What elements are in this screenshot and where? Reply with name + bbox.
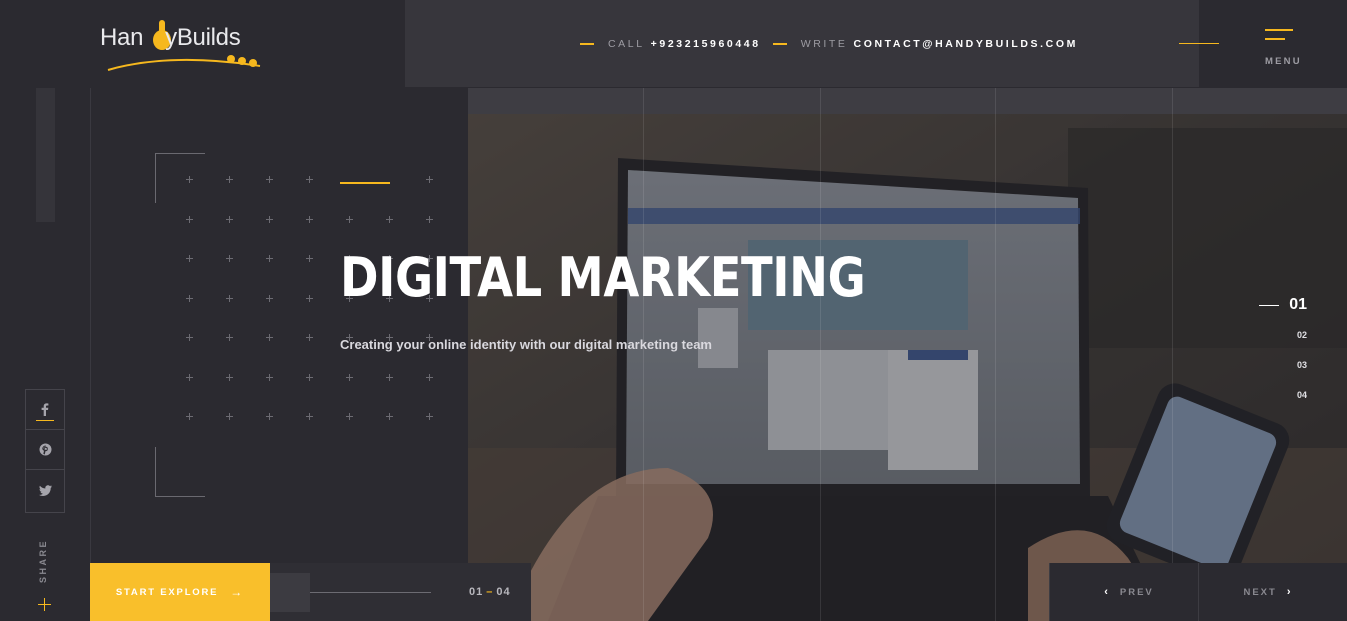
plus-mark xyxy=(226,334,233,341)
plus-mark xyxy=(266,215,273,223)
slide-item[interactable]: 02 xyxy=(1247,326,1307,356)
slide-active[interactable]: 01 xyxy=(1247,296,1307,314)
social-links xyxy=(25,389,65,513)
frame-bracket-top xyxy=(155,153,205,203)
hero-title: DIGITAL MARKETING xyxy=(340,246,866,309)
slide-counter: 01–04 xyxy=(469,586,511,598)
header-contact: CALL +923215960448 WRITE CONTACT@HANDYBU… xyxy=(580,37,1090,51)
plus-mark xyxy=(226,413,233,420)
plus-mark xyxy=(226,294,233,302)
plus-mark xyxy=(306,294,313,302)
plus-mark xyxy=(306,215,313,223)
plus-mark xyxy=(266,373,273,381)
plus-mark xyxy=(226,176,233,183)
plus-mark xyxy=(386,215,393,223)
call-value[interactable]: +923215960448 xyxy=(651,38,761,50)
header-accent-line xyxy=(1179,43,1219,44)
plus-mark xyxy=(426,215,433,223)
counter-separator: – xyxy=(486,586,494,598)
plus-mark xyxy=(226,215,233,223)
plus-mark xyxy=(426,176,433,183)
left-rail xyxy=(0,0,90,621)
call-label: CALL xyxy=(608,38,645,50)
plus-mark xyxy=(426,413,433,420)
plus-mark xyxy=(266,294,273,302)
arrow-right-icon: → xyxy=(230,585,245,599)
pinterest-glyph xyxy=(39,443,51,456)
brand-logo[interactable]: Han yBuilds xyxy=(100,12,270,76)
hero-left-panel xyxy=(90,88,468,621)
prev-button[interactable]: ‹ PREV xyxy=(1049,563,1198,621)
plus-mark xyxy=(426,373,433,381)
chevron-left-icon: ‹ xyxy=(1104,586,1110,598)
plus-mark xyxy=(186,373,193,381)
plus-mark xyxy=(306,373,313,381)
plus-mark xyxy=(306,255,313,262)
laptop-photo xyxy=(468,88,1347,621)
plus-mark xyxy=(266,334,273,341)
share-label: SHARE xyxy=(38,538,48,583)
slide-item[interactable]: 04 xyxy=(1247,386,1307,416)
write-value[interactable]: CONTACT@HANDYBUILDS.COM xyxy=(854,38,1078,50)
plus-mark xyxy=(346,373,353,381)
start-explore-button[interactable]: START EXPLORE → xyxy=(90,563,270,621)
plus-mark xyxy=(266,176,273,183)
plus-mark xyxy=(186,176,193,183)
plus-mark xyxy=(186,215,193,223)
title-accent-line xyxy=(340,182,390,184)
scroll-indicator xyxy=(36,88,55,222)
brand-name: Han yBuilds xyxy=(100,24,241,51)
hero-subtitle: Creating your online identity with our d… xyxy=(340,337,712,352)
plus-mark xyxy=(266,413,273,420)
write-label: WRITE xyxy=(800,38,848,50)
grid-line xyxy=(820,88,821,621)
plus-mark xyxy=(386,413,393,420)
plus-mark xyxy=(346,215,353,223)
grid-line xyxy=(643,88,644,621)
start-explore-label: START EXPLORE xyxy=(115,586,219,598)
twitter-glyph xyxy=(38,484,52,496)
counter-total: 04 xyxy=(496,586,511,598)
prev-label: PREV xyxy=(1119,586,1154,598)
slide-item[interactable]: 03 xyxy=(1247,356,1307,386)
plus-mark xyxy=(186,294,193,302)
menu-label: MENU xyxy=(1265,56,1302,67)
facebook-icon[interactable] xyxy=(26,390,64,430)
slide-indicator: 01 02 03 04 xyxy=(1247,296,1307,416)
slide-active-line xyxy=(1259,304,1280,306)
menu-button[interactable]: MENU xyxy=(1256,26,1306,70)
share-plus-icon[interactable] xyxy=(38,598,51,611)
counter-current: 01 xyxy=(469,586,484,598)
chevron-right-icon: › xyxy=(1286,586,1293,598)
active-underline xyxy=(36,420,54,421)
plus-mark xyxy=(226,373,233,381)
hamburger-icon xyxy=(1265,29,1293,31)
grid-line xyxy=(1172,88,1173,621)
hero-background-image xyxy=(468,88,1347,621)
plus-mark xyxy=(226,255,233,262)
hamburger-icon-bar xyxy=(1265,38,1285,40)
slide-active-number: 01 xyxy=(1289,296,1307,313)
plus-mark xyxy=(186,334,193,341)
plus-mark xyxy=(266,255,273,262)
plus-mark xyxy=(186,413,193,420)
accent-dash xyxy=(580,43,594,45)
plus-mark xyxy=(306,176,313,183)
accent-dash xyxy=(772,43,787,45)
plus-mark xyxy=(386,373,393,381)
frame-bracket-bottom xyxy=(155,447,205,497)
grid-line xyxy=(995,88,996,621)
plus-mark xyxy=(186,255,193,262)
progress-track xyxy=(310,592,431,593)
progress-indicator xyxy=(270,573,310,612)
twitter-icon[interactable] xyxy=(26,470,64,510)
slide-pager: ‹ PREV NEXT › xyxy=(1049,563,1347,621)
next-button[interactable]: NEXT › xyxy=(1198,563,1347,621)
plus-mark xyxy=(306,413,313,420)
next-label: NEXT xyxy=(1243,586,1277,598)
plus-mark xyxy=(306,334,313,341)
plus-mark xyxy=(346,413,353,420)
facebook-glyph xyxy=(41,403,49,416)
pinterest-icon[interactable] xyxy=(26,430,64,470)
